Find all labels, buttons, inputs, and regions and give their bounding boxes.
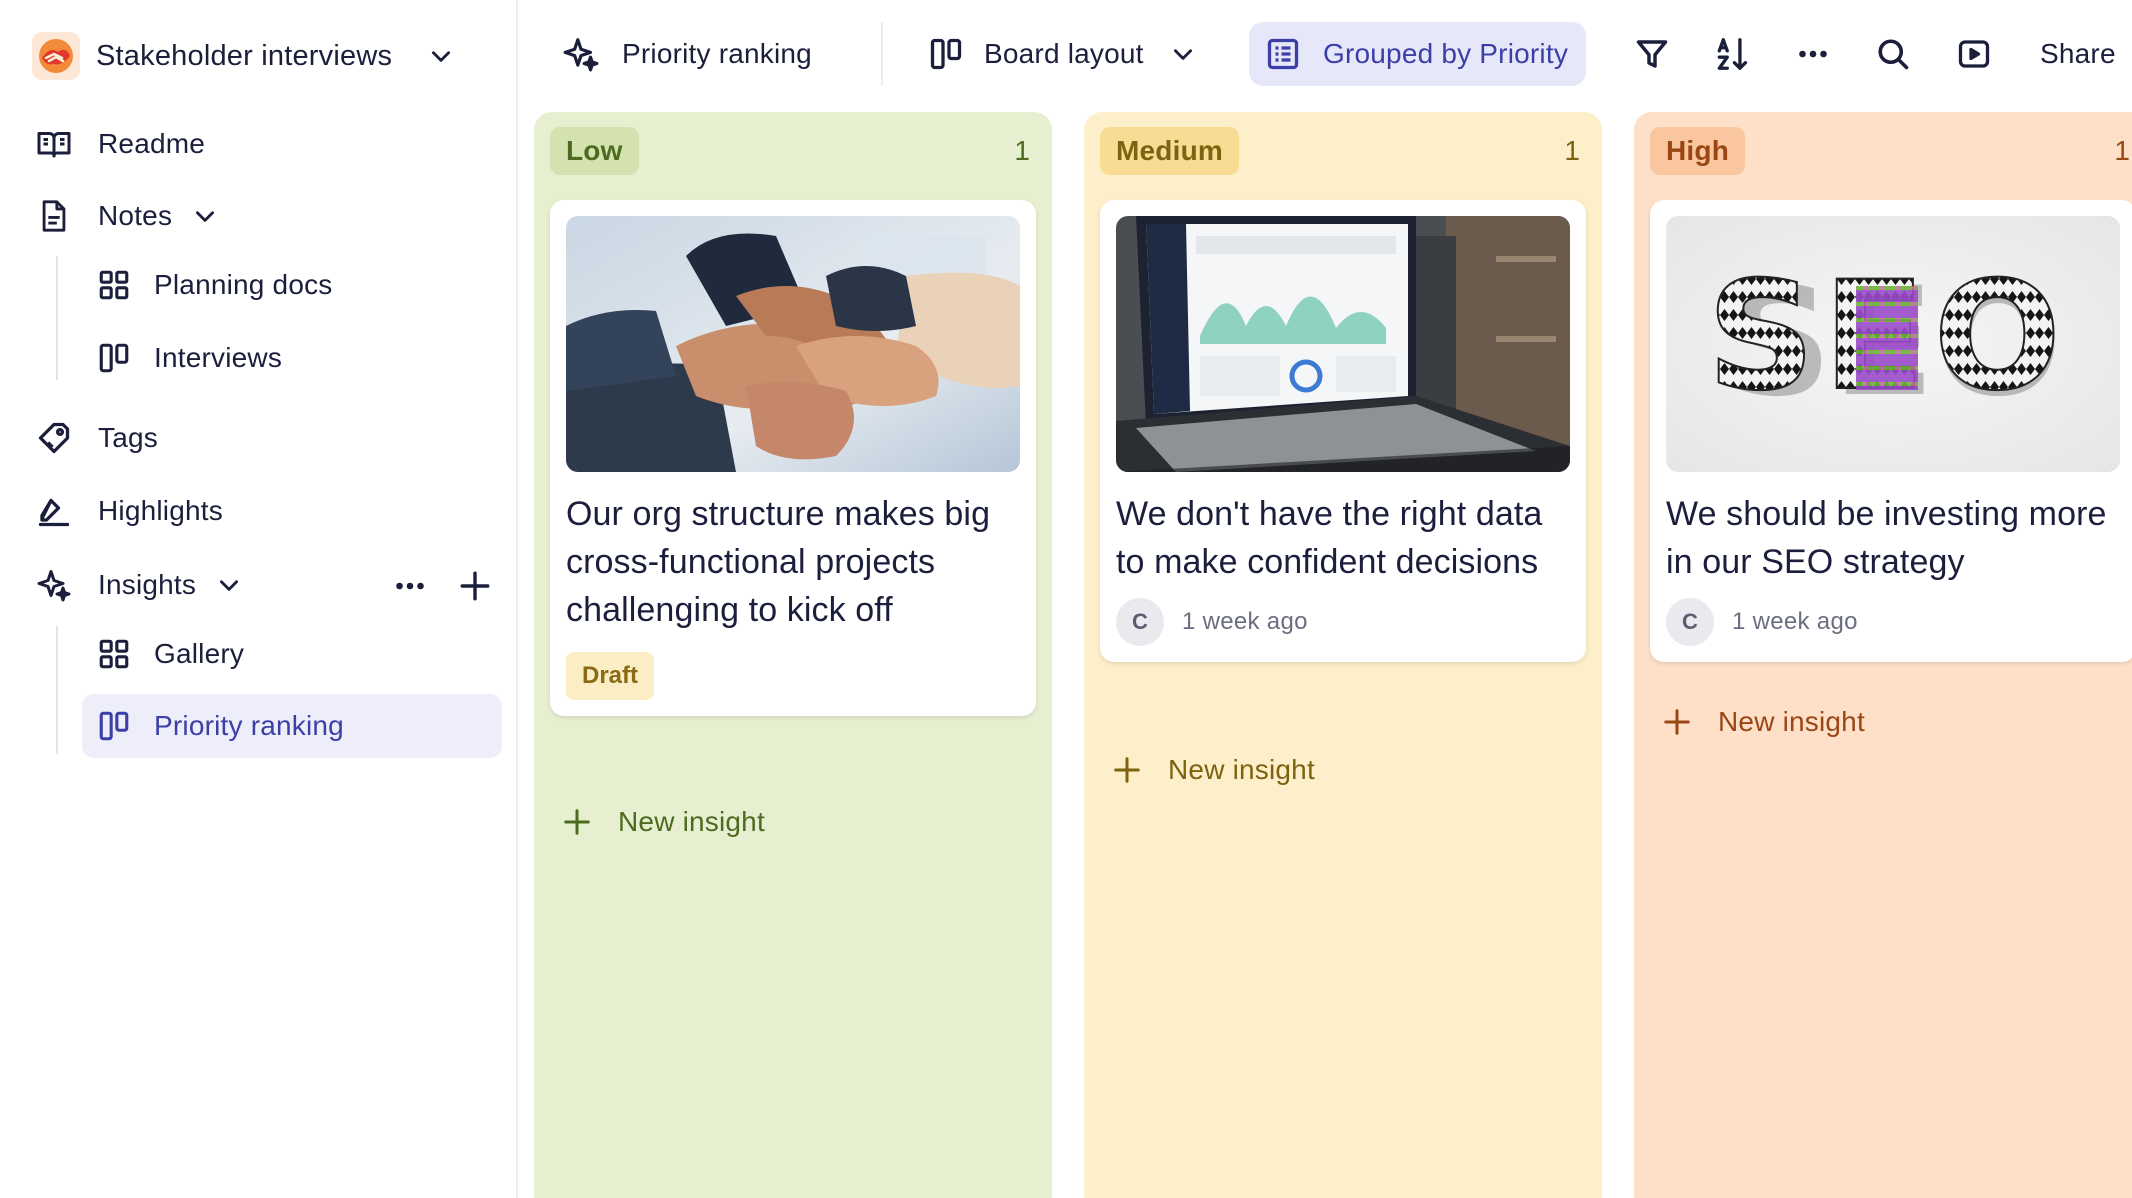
priority-pill[interactable]: Medium [1100, 127, 1239, 175]
new-insight-button[interactable]: New insight [562, 798, 765, 846]
column-count: 1 [2114, 135, 2130, 166]
grid-icon [96, 267, 132, 303]
plus-icon [562, 807, 592, 837]
more-horizontal-icon[interactable] [1793, 34, 1833, 74]
new-insight-button[interactable]: New insight [1662, 698, 1865, 746]
chevron-down-icon[interactable] [192, 203, 218, 229]
book-open-icon [36, 126, 72, 162]
sidebar-item-label: Interviews [154, 342, 283, 373]
group-by-button[interactable]: Grouped by Priority [1249, 22, 1587, 86]
card-cover-image: SEO SEO [1666, 216, 2120, 472]
insight-card[interactable]: We don't have the right data to make con… [1100, 200, 1586, 662]
chevron-down-icon[interactable] [216, 572, 242, 598]
status-badge: Draft [566, 652, 655, 700]
workspace-switcher[interactable]: Stakeholder interviews [32, 32, 454, 80]
plus-icon[interactable] [458, 569, 492, 603]
toolbar-divider [881, 22, 883, 86]
sidebar-item-label: Gallery [154, 638, 245, 669]
insight-card[interactable]: Our org structure makes big cross-functi… [550, 200, 1036, 716]
board-columns-icon [96, 340, 132, 376]
card-timestamp: 1 week ago [1182, 608, 1308, 635]
view-title[interactable]: Priority ranking [562, 22, 812, 86]
chevron-down-icon [1170, 41, 1196, 67]
highlighter-icon [36, 493, 72, 529]
sidebar: Stakeholder interviews Readme Notes Plan… [0, 0, 518, 1198]
tree-guide [56, 626, 58, 754]
layout-label: Board layout [984, 38, 1144, 69]
sidebar-item-planning-docs[interactable]: Planning docs [96, 257, 333, 313]
column-count: 1 [1014, 135, 1030, 166]
sidebar-item-highlights[interactable]: Highlights [36, 483, 223, 539]
sidebar-item-gallery[interactable]: Gallery [96, 626, 244, 682]
column-header: Low 1 [550, 127, 1036, 175]
sparkles-icon [562, 35, 600, 73]
sidebar-item-priority-ranking[interactable]: Priority ranking [96, 698, 344, 754]
board-columns-icon [928, 36, 964, 72]
sidebar-item-label: Planning docs [154, 269, 333, 300]
sidebar-item-notes[interactable]: Notes [36, 188, 218, 244]
sidebar-item-label: Highlights [98, 495, 223, 526]
avatar[interactable]: C [1116, 598, 1164, 646]
sidebar-item-tags[interactable]: Tags [36, 410, 158, 466]
card-title: We don't have the right data to make con… [1116, 495, 1543, 581]
view-title-label: Priority ranking [622, 38, 812, 69]
filter-icon[interactable] [1632, 34, 1672, 74]
share-label: Share [2040, 38, 2116, 69]
card-title: We should be investing more in our SEO s… [1666, 495, 2107, 581]
card-meta: C 1 week ago [1666, 598, 2120, 646]
avatar[interactable]: C [1666, 598, 1714, 646]
sidebar-item-insights[interactable]: Insights [36, 557, 242, 613]
plus-icon [1662, 707, 1692, 737]
sidebar-item-label: Tags [98, 422, 158, 453]
column-low: Low 1 Our org structure makes big cross-… [534, 112, 1052, 1198]
sidebar-item-label: Insights [98, 569, 197, 600]
card-cover-image [566, 216, 1020, 472]
new-insight-button[interactable]: New insight [1112, 746, 1315, 794]
priority-pill[interactable]: Low [550, 127, 639, 175]
sidebar-item-interviews[interactable]: Interviews [96, 330, 282, 386]
share-button[interactable]: Share [2040, 22, 2116, 86]
layout-dropdown[interactable]: Board layout [928, 22, 1196, 86]
sparkles-icon [36, 567, 72, 603]
search-icon[interactable] [1873, 34, 1913, 74]
insights-actions [392, 562, 492, 610]
column-header: Medium 1 [1100, 127, 1586, 175]
column-header: High 1 [1650, 127, 2132, 175]
workspace-name: Stakeholder interviews [96, 39, 393, 72]
workspace-logo-icon [32, 32, 80, 80]
tree-guide [56, 256, 58, 380]
sidebar-item-label: Notes [98, 200, 173, 231]
card-cover-image [1116, 216, 1570, 472]
sidebar-item-readme[interactable]: Readme [36, 116, 205, 172]
card-timestamp: 1 week ago [1732, 608, 1858, 635]
insight-card[interactable]: SEO SEO We should be investing more in o… [1650, 200, 2132, 662]
sidebar-item-label: Readme [98, 128, 206, 159]
column-count: 1 [1564, 135, 1580, 166]
tag-icon [36, 420, 72, 456]
chevron-down-icon[interactable] [428, 43, 454, 69]
new-insight-label: New insight [1168, 754, 1315, 785]
sort-icon[interactable] [1712, 34, 1752, 74]
list-icon [1265, 36, 1301, 72]
column-medium: Medium 1 We don't have the right data to… [1084, 112, 1602, 1198]
sidebar-item-label: Priority ranking [154, 710, 344, 741]
more-horizontal-icon[interactable] [392, 568, 428, 604]
new-insight-label: New insight [618, 806, 765, 837]
grid-icon [96, 636, 132, 672]
group-by-label: Grouped by Priority [1323, 38, 1569, 69]
priority-pill[interactable]: High [1650, 127, 1746, 175]
present-icon[interactable] [1954, 34, 1994, 74]
document-icon [36, 198, 72, 234]
board-columns-icon [96, 708, 132, 744]
card-meta: C 1 week ago [1116, 598, 1570, 646]
card-title: Our org structure makes big cross-functi… [566, 495, 991, 629]
column-high: High 1 We should be investing more in ou… [1634, 112, 2132, 1198]
plus-icon [1112, 755, 1142, 785]
new-insight-label: New insight [1718, 706, 1865, 737]
